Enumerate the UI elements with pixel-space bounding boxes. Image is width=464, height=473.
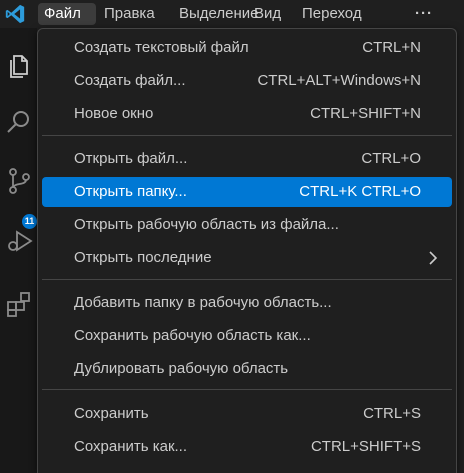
menu-item-shortcut: CTRL+ALT+Windows+N [257,72,421,89]
menu-item-label: Сохранить рабочую область как... [74,327,311,344]
source-control-icon[interactable] [5,166,33,194]
menu-item-label: Создать текстовый файл [74,39,249,56]
menu-item-label: Открыть рабочую область из файла... [74,216,339,233]
menu-item-label: Сохранить [74,405,149,422]
search-icon[interactable] [5,108,33,136]
chevron-right-icon [429,251,438,265]
menu-item-save[interactable]: Сохранить CTRL+S [42,399,452,429]
activity-bar: 11 [0,28,37,473]
menu-item-label: Открыть папку... [74,183,187,200]
menu-item-open-file[interactable]: Открыть файл... CTRL+O [42,144,452,174]
menu-item-open-workspace-from-file[interactable]: Открыть рабочую область из файла... [42,210,452,240]
explorer-icon[interactable] [5,50,33,78]
menu-item-open-folder[interactable]: Открыть папку... CTRL+K CTRL+O [42,177,452,207]
menu-item-shortcut: CTRL+S [363,405,421,422]
menu-item-new-file[interactable]: Создать файл... CTRL+ALT+Windows+N [42,66,452,96]
menu-more-button[interactable]: ··· [409,3,439,25]
menu-item-add-folder-to-workspace[interactable]: Добавить папку в рабочую область... [42,288,452,318]
menu-separator [42,135,452,136]
menu-item-save-as[interactable]: Сохранить как... CTRL+SHIFT+S [42,432,452,462]
menu-item-label: Новое окно [74,105,154,122]
menu-item-open-recent[interactable]: Открыть последние [42,243,452,273]
menu-item-label: Добавить папку в рабочую область... [74,294,332,311]
menu-item-label: Открыть файл... [74,150,188,167]
menu-go[interactable]: Переход [296,3,368,25]
menu-bar: Файл Правка Выделение Вид Переход ··· [0,0,464,28]
vscode-logo-icon[interactable] [4,3,26,25]
menu-separator [42,279,452,280]
menu-item-label: Сохранить как... [74,438,188,455]
menu-item-label: Дублировать рабочую область [74,360,289,377]
menu-item-shortcut: CTRL+SHIFT+S [310,438,421,455]
menu-view[interactable]: Вид [248,3,287,25]
menu-file[interactable]: Файл [38,3,96,25]
menu-item-shortcut: CTRL+O [361,150,421,167]
editor-edge [456,28,464,473]
extensions-icon[interactable] [5,290,33,318]
menu-edit[interactable]: Правка [98,3,161,25]
menu-item-label: Открыть последние [74,249,212,266]
menu-item-shortcut: CTRL+N [362,39,421,56]
menu-item-new-window[interactable]: Новое окно CTRL+SHIFT+N [42,99,452,129]
menu-item-shortcut: CTRL+K CTRL+O [299,183,421,200]
menu-item-new-text-file[interactable]: Создать текстовый файл CTRL+N [42,33,452,63]
menu-item-duplicate-workspace[interactable]: Дублировать рабочую область [42,354,452,384]
menu-item-save-workspace-as[interactable]: Сохранить рабочую область как... [42,321,452,351]
file-menu-dropdown: Создать текстовый файл CTRL+N Создать фа… [37,28,457,473]
menu-separator [42,389,452,390]
menu-item-label: Создать файл... [74,72,186,89]
run-debug-icon[interactable] [5,226,33,254]
menu-item-shortcut: CTRL+SHIFT+N [310,105,421,122]
